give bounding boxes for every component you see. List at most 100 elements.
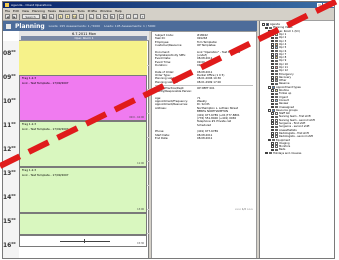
menu-resources[interactable]: Resources [59, 9, 74, 13]
menu-planning[interactable]: Planning [32, 9, 45, 13]
appointment-time: 15:30 [137, 242, 144, 245]
color-swatch-icon [275, 33, 278, 36]
checkbox-icon[interactable] [265, 26, 268, 30]
checkbox-icon[interactable] [271, 128, 274, 132]
menu-tools[interactable]: Tools [77, 9, 84, 13]
checkbox-icon[interactable] [271, 72, 274, 76]
hour-label: 1000 [3, 97, 16, 105]
app-icon [5, 3, 9, 7]
checkbox-icon[interactable] [271, 56, 274, 59]
checkbox-icon[interactable] [271, 112, 274, 115]
back-icon[interactable]: ◀ [5, 14, 10, 19]
checkbox-icon[interactable] [271, 145, 274, 148]
color-swatch-icon [272, 86, 275, 89]
list-icon[interactable]: ≡ [48, 14, 54, 19]
hour-label: 1200 [3, 145, 16, 153]
day-view-icon[interactable]: 1 [58, 14, 63, 19]
checkbox-icon[interactable] [271, 46, 274, 49]
checkbox-icon[interactable] [271, 89, 274, 92]
calendar-icon[interactable]: ▦ [41, 14, 47, 19]
maximize-button[interactable] [323, 3, 328, 7]
appointment-detail-panel: Subject Code: #18042 Task ID: 991263 Emplo… [151, 31, 257, 258]
room-column-header[interactable]: Oper. Room 1 [21, 36, 147, 40]
toolbar-separator [86, 13, 87, 20]
month-view-icon[interactable]: 31 [72, 14, 77, 19]
hour-label: 1400 [3, 193, 16, 201]
checkbox-icon[interactable] [271, 142, 274, 145]
checkbox-icon[interactable] [262, 23, 265, 26]
checkbox-icon[interactable] [271, 62, 274, 66]
zoom-out-icon[interactable]: − [133, 14, 138, 19]
checkbox-icon[interactable] [271, 76, 274, 79]
checkbox-icon[interactable] [271, 53, 274, 56]
color-swatch-icon [275, 59, 278, 63]
checkbox-icon[interactable] [271, 39, 274, 43]
checkbox-icon[interactable] [271, 135, 274, 138]
delete-icon[interactable]: × [95, 14, 101, 19]
menu-profile[interactable]: Profile [88, 9, 97, 13]
checkbox-icon[interactable] [268, 138, 271, 142]
checkbox-icon[interactable] [271, 122, 274, 125]
settings-icon[interactable]: ⚙ [109, 14, 115, 19]
checkbox-icon[interactable] [271, 105, 274, 109]
checkbox-icon[interactable] [271, 102, 274, 106]
color-swatch-icon [275, 125, 278, 129]
planning-info-left: Loads: 195 Assessments: 1 / 5000 [48, 24, 101, 28]
filter-icon[interactable]: ▽ [119, 14, 124, 19]
week-view-icon[interactable]: 7 [65, 14, 70, 19]
menu-file[interactable]: File [5, 9, 10, 13]
search-button[interactable]: Search [21, 14, 40, 19]
checkbox-icon[interactable] [271, 115, 274, 119]
checkbox-icon[interactable] [271, 66, 274, 69]
color-swatch-icon [275, 76, 278, 79]
menu-tasks[interactable]: Tasks [48, 9, 56, 13]
close-button[interactable] [329, 3, 334, 7]
checkbox-icon[interactable] [271, 132, 274, 135]
color-swatch-icon [272, 109, 275, 112]
checkbox-icon[interactable] [271, 99, 274, 102]
checkbox-icon[interactable] [271, 33, 274, 36]
appointment-block[interactable]: Frag 1.2.3 Link - Test Template - 17/09/… [19, 75, 147, 121]
detail-page-indicator[interactable]: <<< 1/2 >>> [235, 208, 253, 211]
checkbox-icon[interactable] [271, 95, 274, 99]
toolbar-separator [116, 13, 117, 20]
color-swatch-icon [266, 23, 269, 26]
window-controls [317, 3, 334, 7]
checkbox-icon[interactable] [271, 69, 274, 73]
appointment-block[interactable]: 15:30 [19, 235, 147, 247]
checkbox-icon[interactable] [271, 92, 274, 96]
minimize-button[interactable] [317, 3, 322, 7]
window-title: Agenda - Client Operations [11, 3, 52, 7]
application-window: Agenda - Client Operations File Edit Vie… [2, 1, 335, 259]
checkbox-icon[interactable] [268, 86, 271, 89]
color-swatch-icon [269, 151, 272, 155]
tree-item[interactable]: Holidays and closures [262, 152, 333, 155]
help-icon[interactable]: ? [140, 14, 145, 19]
color-swatch-icon [272, 29, 275, 33]
refresh-icon[interactable]: ↻ [102, 14, 108, 19]
menu-window[interactable]: Window [100, 9, 112, 13]
checkbox-icon[interactable] [271, 49, 274, 53]
menu-view[interactable]: View [22, 9, 29, 13]
new-appointment-icon[interactable]: + [88, 14, 94, 19]
checkbox-icon[interactable] [271, 119, 274, 122]
checkbox-icon[interactable] [265, 151, 268, 155]
zoom-in-icon[interactable]: + [126, 14, 131, 19]
checkbox-icon[interactable] [268, 29, 271, 33]
forward-icon[interactable]: ▶ [12, 14, 17, 19]
appointment-block[interactable]: Frag 1.2.3 Link - Test Template - 17/09/… [19, 121, 147, 167]
menu-edit[interactable]: Edit [13, 9, 19, 13]
checkbox-icon[interactable] [271, 43, 274, 46]
checkbox-icon[interactable] [271, 36, 274, 40]
print-icon[interactable]: ⎙ [79, 14, 84, 19]
checkbox-icon[interactable] [271, 79, 274, 82]
checkbox-icon[interactable] [271, 82, 274, 86]
appointment-block[interactable]: Frag 1.2.3 Link - Test Template - 17/09/… [19, 167, 147, 213]
appointment-block[interactable] [19, 213, 147, 235]
menu-help[interactable]: Help [115, 9, 122, 13]
available-time-block[interactable] [19, 41, 147, 75]
checkbox-icon[interactable] [271, 125, 274, 129]
color-swatch-icon [275, 95, 278, 99]
checkbox-icon[interactable] [268, 109, 271, 112]
checkbox-icon[interactable] [271, 59, 274, 63]
